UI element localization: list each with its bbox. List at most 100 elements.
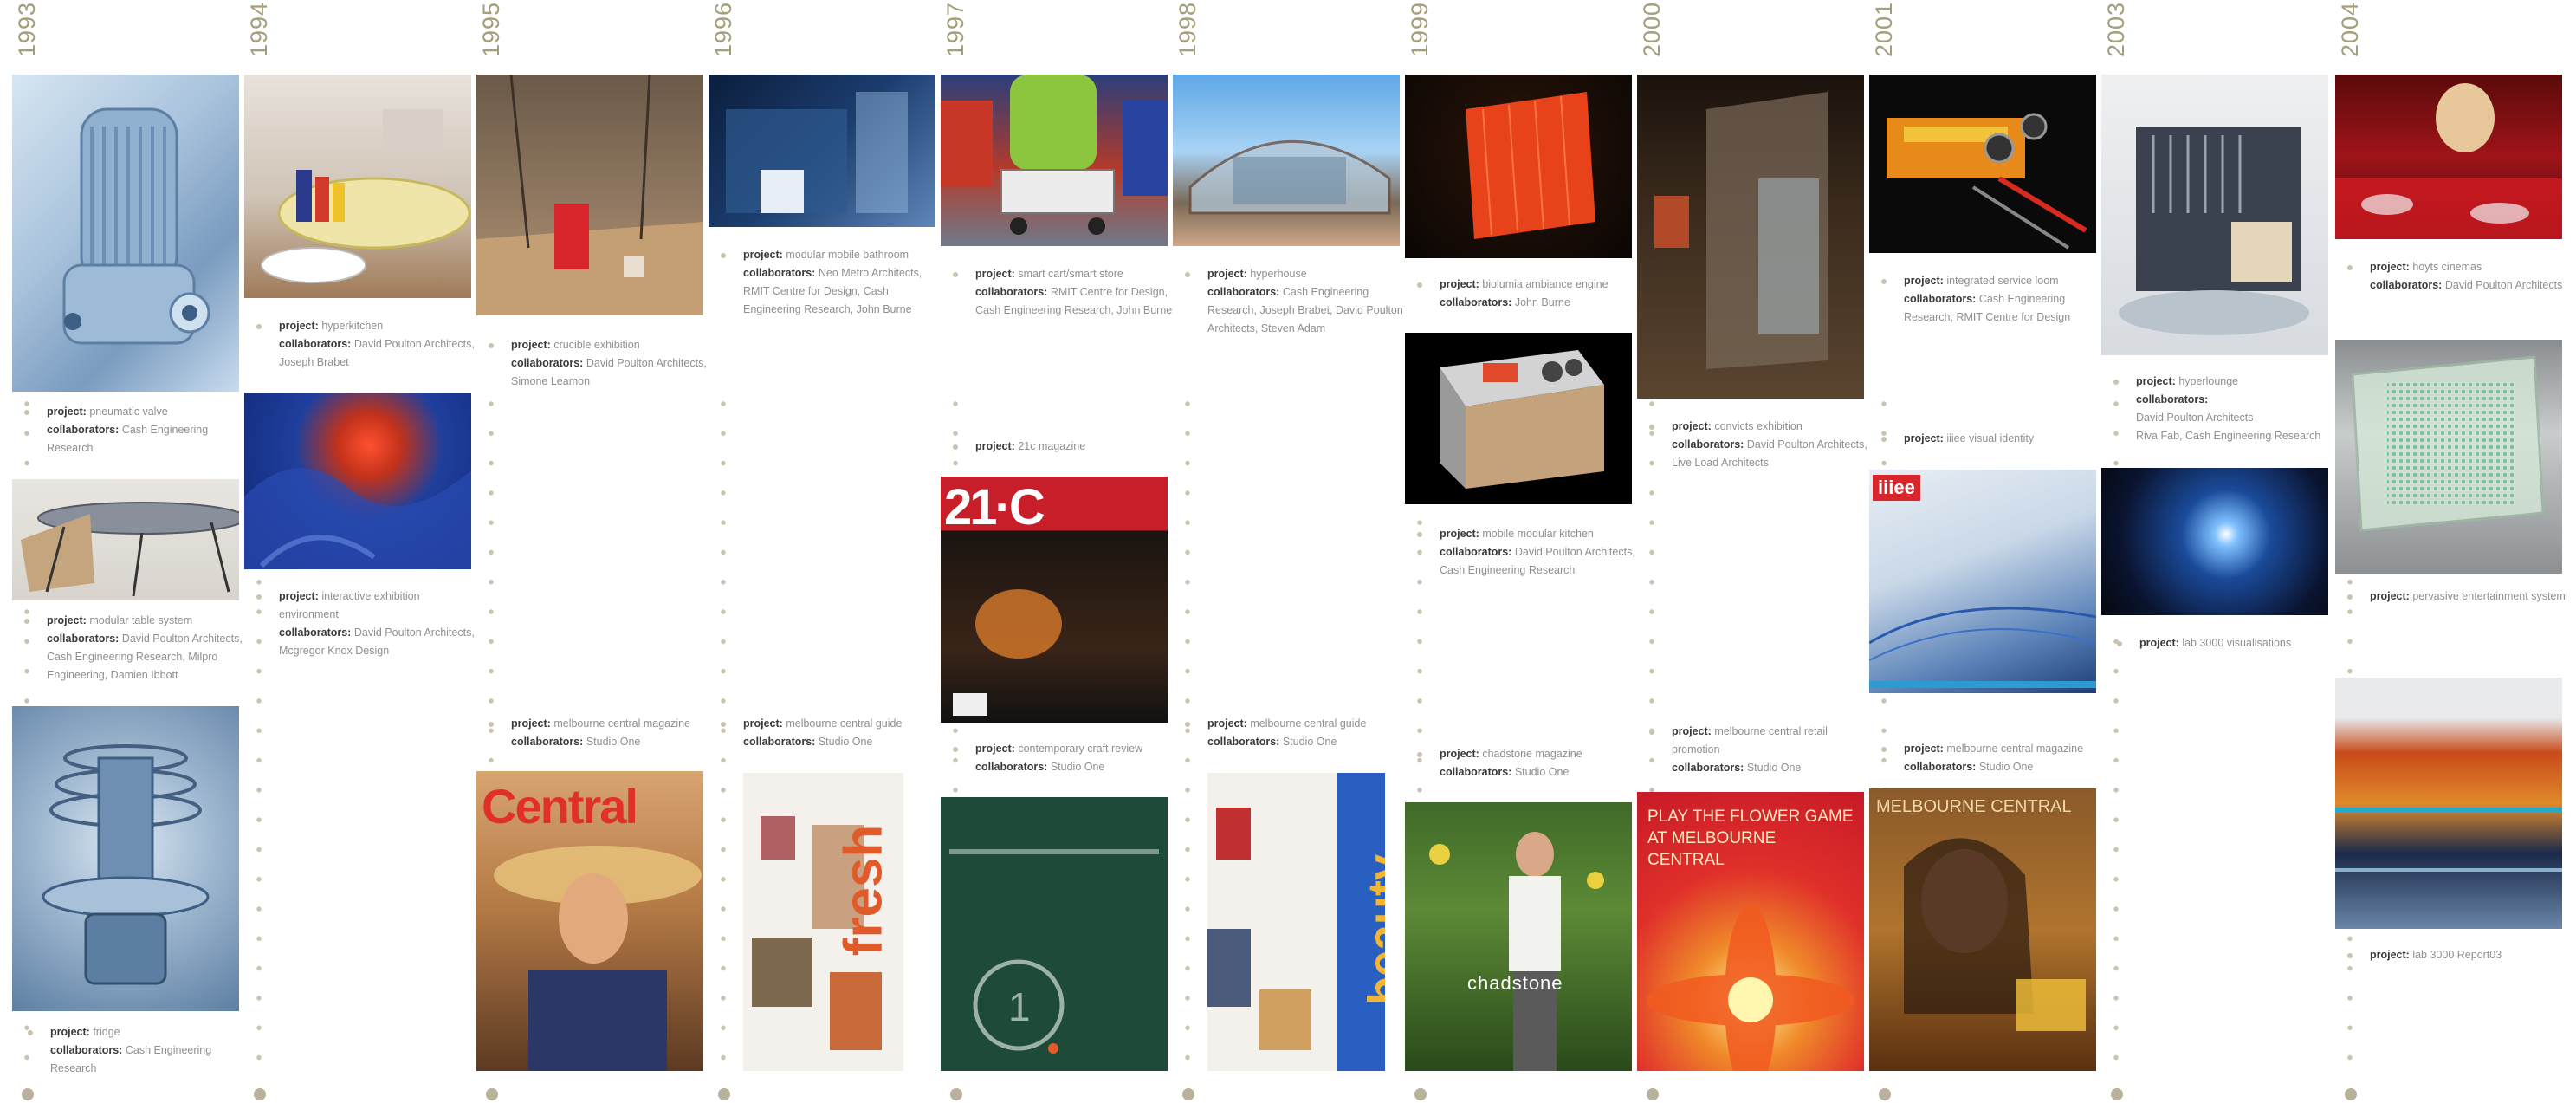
- bullet-dot: [2113, 380, 2119, 385]
- year-label: 1993: [14, 1, 40, 57]
- hyperhouse-illustration: [1188, 139, 1391, 215]
- timeline-end-dot: [2111, 1088, 2123, 1100]
- valve-illustration: [62, 107, 210, 345]
- hyperkitchen-illustration: [261, 109, 471, 283]
- craft-review-cover[interactable]: 1: [941, 797, 1168, 1071]
- modular-bathroom-image[interactable]: [709, 75, 935, 227]
- convicts-illustration: [1654, 92, 1828, 369]
- project-caption: project: melbourne central magazine coll…: [1881, 740, 2101, 776]
- bullet-dot: [1649, 425, 1654, 430]
- bullet-dot: [2117, 641, 2122, 646]
- year-label: 2001: [1871, 1, 1897, 57]
- timeline-end-dot: [2345, 1088, 2357, 1100]
- bullet-dot: [1649, 730, 1654, 735]
- timeline-end-dot: [486, 1088, 498, 1100]
- melbourne-central-magazine-cover[interactable]: Central: [476, 771, 703, 1071]
- column-1996: 1996 project: modular mobile bathroom co…: [709, 0, 935, 1103]
- project-caption: project: hyperlounge collaborators: Davi…: [2113, 373, 2333, 445]
- convicts-exhibition-image[interactable]: [1637, 75, 1864, 399]
- loom-illustration: [1887, 113, 2087, 250]
- bullet-dot: [1185, 722, 1190, 727]
- 21c-magazine-cover[interactable]: 21·C: [941, 477, 1168, 723]
- project-caption: project: contemporary craft review colla…: [953, 740, 1173, 776]
- timeline-end-dot: [254, 1088, 266, 1100]
- fridge-illustration: [42, 744, 210, 985]
- modular-table-image[interactable]: [12, 479, 239, 600]
- bullet-dot: [256, 594, 262, 600]
- timeline-dots: [1184, 400, 1191, 1076]
- column-2004: 2004 project: hoyts cinemas collaborator…: [2335, 0, 2566, 1103]
- craft-cover-illustration: 1: [949, 849, 1159, 1054]
- table-illustration: [21, 502, 239, 597]
- year-label: 2004: [2337, 1, 2363, 57]
- bullet-dot: [2347, 953, 2353, 958]
- cover-illustration: [1904, 838, 2086, 1031]
- retail-promotion-poster[interactable]: PLAY THE FLOWER GAME AT MELBOURNE CENTRA…: [1637, 792, 1864, 1071]
- bullet-dot: [1417, 752, 1422, 757]
- hoyts-cinemas-image[interactable]: [2335, 75, 2562, 239]
- service-loom-image[interactable]: [1869, 75, 2096, 253]
- chadstone-magazine-cover[interactable]: chadstone: [1405, 802, 1632, 1071]
- interactive-exhibition-image[interactable]: [244, 393, 471, 569]
- project-caption: project: lab 3000 visualisations: [2117, 634, 2337, 652]
- poster-illustration: [1647, 905, 1854, 1071]
- fridge-image[interactable]: [12, 706, 239, 1011]
- hyperlounge-image[interactable]: [2101, 75, 2328, 355]
- hyperlounge-illustration: [2119, 127, 2309, 335]
- smart-cart-illustration: [941, 75, 1168, 235]
- project-caption: project: melbourne central guide collabo…: [721, 715, 941, 751]
- column-2003: 2003 project: hyperlounge collaborators:…: [2101, 0, 2328, 1103]
- project-caption: project: mobile modular kitchen collabor…: [1417, 525, 1637, 580]
- year-label: 1998: [1175, 1, 1201, 57]
- bullet-dot: [489, 722, 494, 727]
- bullet-dot: [1881, 279, 1887, 284]
- bullet-dot: [721, 253, 726, 258]
- year-label: 1995: [478, 1, 504, 57]
- bullet-dot: [2347, 594, 2353, 600]
- project-caption: project: modular mobile bathroom collabo…: [721, 246, 941, 319]
- project-caption: project: iiiee visual identity: [1881, 430, 2101, 448]
- column-1998: 1998 project: hyperhouse collaborators: …: [1173, 0, 1403, 1103]
- year-label: 1999: [1407, 1, 1433, 57]
- project-caption: project: pneumatic valve collaborators: …: [24, 403, 244, 457]
- bullet-dot: [953, 444, 958, 450]
- timeline-end-dot: [1414, 1088, 1427, 1100]
- year-label: 2003: [2103, 1, 2129, 57]
- crucible-exhibition-image[interactable]: [476, 75, 703, 315]
- crucible-illustration: [476, 75, 703, 315]
- cinema-illustration: [2335, 83, 2562, 239]
- column-1997: 1997 project: smart cart/smart store col…: [941, 0, 1172, 1103]
- project-caption: project: integrated service loom collabo…: [1881, 272, 2101, 327]
- bullet-dot: [953, 272, 958, 277]
- iiiee-identity-image[interactable]: iiiee: [1869, 470, 2096, 693]
- pervasive-entertainment-image[interactable]: [2335, 340, 2562, 574]
- pneumatic-valve-image[interactable]: [12, 75, 239, 392]
- hyperkitchen-image[interactable]: [244, 75, 471, 298]
- bullet-dot: [1417, 532, 1422, 537]
- bullet-dot: [721, 722, 726, 727]
- biolumia-image[interactable]: [1405, 75, 1632, 258]
- melbourne-central-guide-cover[interactable]: beauty: [1207, 773, 1385, 1071]
- bullet-dot: [2347, 265, 2353, 270]
- melbourne-central-magazine-cover[interactable]: MELBOURNE CENTRAL: [1869, 788, 2096, 1071]
- project-caption: project: pervasive entertainment system: [2347, 587, 2567, 606]
- biolumia-illustration: [1466, 92, 1595, 239]
- melbourne-central-guide-cover[interactable]: fresh: [743, 773, 903, 1071]
- mobile-kitchen-image[interactable]: [1405, 333, 1632, 504]
- bullet-dot: [28, 1030, 33, 1035]
- hyperhouse-image[interactable]: [1173, 75, 1400, 246]
- smart-cart-image[interactable]: [941, 75, 1168, 246]
- column-1995: 1995 project: crucible exhibition collab…: [476, 0, 707, 1103]
- timeline-end-dot: [1879, 1088, 1891, 1100]
- cover-illustration: [1429, 832, 1604, 1071]
- cover-illustration: [494, 846, 702, 1071]
- project-caption: project: hoyts cinemas collaborators: Da…: [2347, 258, 2567, 295]
- lab3000-visualisation-image[interactable]: [2101, 468, 2328, 615]
- year-label: 1994: [246, 1, 272, 57]
- lab3000-report-cover[interactable]: [2335, 678, 2562, 929]
- pervasive-illustration: [2351, 355, 2545, 532]
- bullet-dot: [1881, 437, 1887, 442]
- bullet-dot: [24, 410, 29, 415]
- timeline-end-dot: [22, 1088, 34, 1100]
- report-illustration: [2335, 808, 2562, 872]
